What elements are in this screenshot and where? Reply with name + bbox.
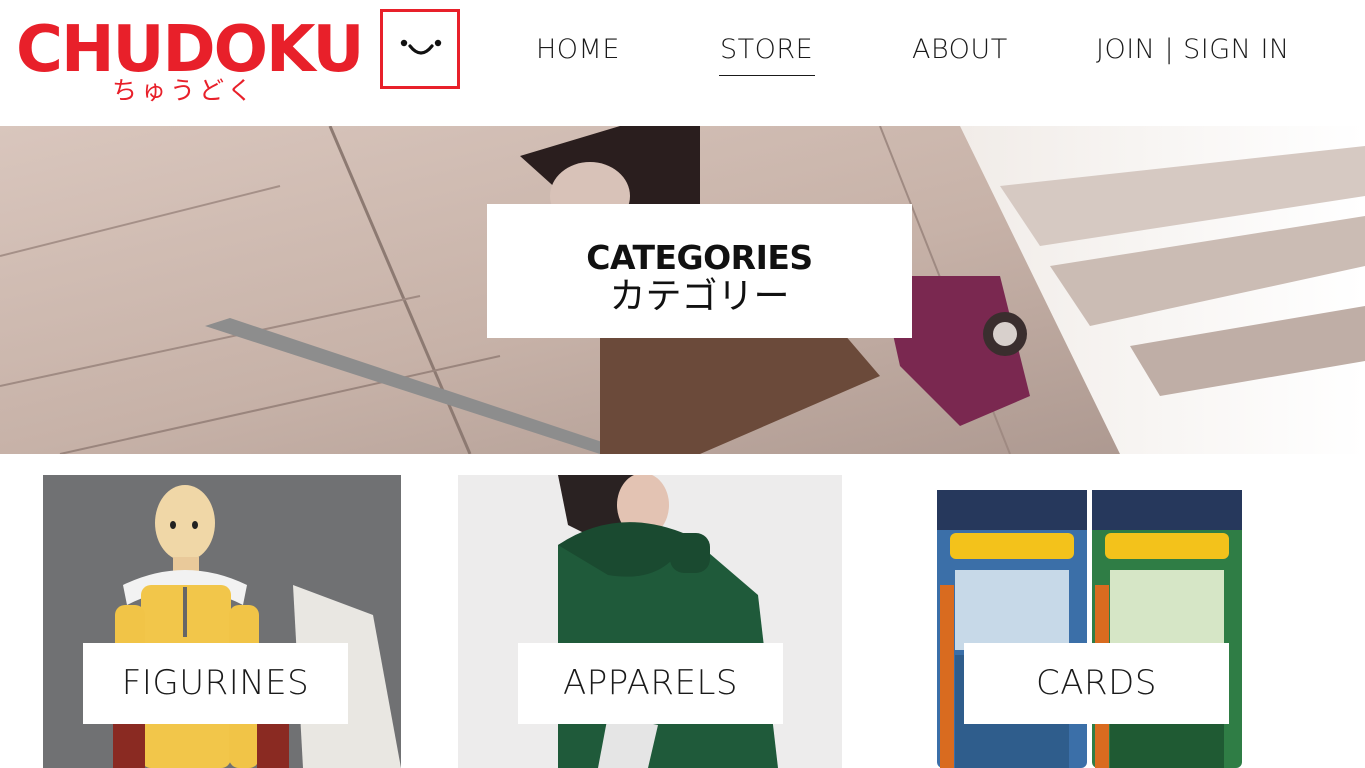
nav-active-indicator — [719, 75, 815, 76]
apparel-image — [458, 475, 842, 768]
categories-card: CATEGORIES カテゴリー — [487, 204, 912, 338]
site-header: CHUDOKU ちゅうどく HOME STORE ABOUT JOIN | SI… — [0, 0, 1365, 126]
hero-subtitle: カテゴリー — [609, 276, 790, 317]
category-tile-apparels[interactable] — [458, 475, 842, 768]
nav-home[interactable]: HOME — [536, 30, 620, 70]
logo-subtitle: ちゅうどく — [112, 76, 257, 105]
brand-logo[interactable]: CHUDOKU ちゅうどく — [16, 14, 364, 114]
cards-image — [900, 475, 1320, 768]
nav-join-signin[interactable]: JOIN | SIGN IN — [1096, 30, 1290, 70]
figurine-image — [43, 475, 401, 768]
hero-banner: CATEGORIES カテゴリー — [0, 126, 1365, 454]
nav-about[interactable]: ABOUT — [912, 30, 1008, 70]
category-tile-figurines[interactable] — [43, 475, 401, 768]
nav-store[interactable]: STORE — [720, 30, 813, 70]
category-label-figurines[interactable]: FIGURINES — [83, 643, 348, 724]
category-label-apparels[interactable]: APPARELS — [518, 643, 783, 724]
hero-title: CATEGORIES — [586, 238, 813, 277]
category-tile-cards[interactable] — [900, 475, 1320, 768]
smiley-face-icon[interactable] — [380, 9, 460, 89]
category-label-cards[interactable]: CARDS — [964, 643, 1229, 724]
